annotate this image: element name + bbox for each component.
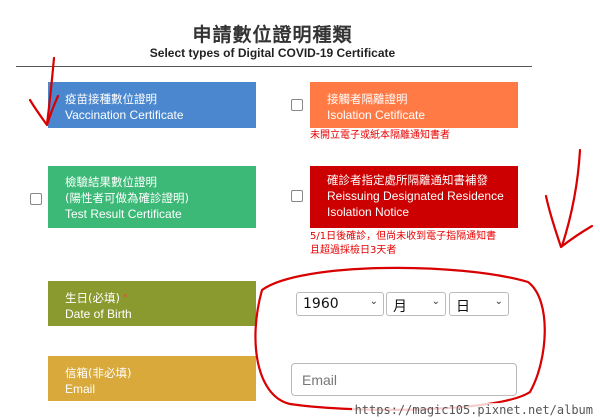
reissue-checkbox[interactable] — [291, 190, 303, 202]
page-title-zh: 申請數位證明種類 — [192, 24, 353, 46]
reissue-label-en-2: Isolation Notice — [327, 205, 410, 219]
test-result-label-zh-sub: (陽性者可做為確診證明) — [65, 191, 189, 205]
test-result-label-zh: 檢驗結果數位證明 — [65, 175, 157, 189]
birth-label-zh: 生日(必填) — [65, 291, 120, 305]
birth-year-select[interactable]: 1960 ⌄ — [296, 292, 384, 316]
page-title-en: Select types of Digital COVID-19 Certifi… — [149, 46, 396, 60]
annotation-arrow-right-head — [544, 194, 594, 249]
birth-day-value: 日 — [456, 299, 470, 315]
birth-label-en: Date of Birth — [65, 307, 132, 321]
vaccination-label-en: Vaccination Certificate — [65, 108, 184, 122]
chevron-down-icon: ⌄ — [431, 296, 440, 307]
isolation-label-zh: 接觸者隔離證明 — [327, 92, 408, 106]
reissue-note-line1: 5/1日後確診，但尚未收到電子指隔通知書 — [310, 231, 497, 242]
annotation-arrow-right-shaft — [560, 148, 582, 248]
birth-month-value: 月 — [393, 299, 407, 315]
watermark-url: https://magic105.pixnet.net/album — [351, 403, 596, 417]
email-label-en: Email — [65, 382, 96, 396]
email-label: 信箱(非必填) Email — [48, 356, 256, 401]
email-field[interactable]: Email — [291, 363, 517, 396]
chevron-down-icon: ⌄ — [369, 296, 378, 307]
vaccination-certificate-option[interactable]: 疫苗接種數位證明 Vaccination Certificate — [48, 82, 256, 128]
reissue-label-zh: 確診者指定處所隔離通知書補發 — [327, 173, 488, 187]
isolation-note: 未開立電子或紙本隔離通知書者 — [310, 130, 450, 141]
birth-year-value: 1960 — [303, 296, 339, 312]
test-result-label-en: Test Result Certificate — [65, 207, 182, 221]
required-mark: * — [122, 293, 128, 303]
birth-day-select[interactable]: 日 ⌄ — [449, 292, 509, 316]
reissue-note: 5/1日後確診，但尚未收到電子指隔通知書 且超過採檢日3天者 — [310, 230, 496, 258]
birth-label: 生日(必填) * Date of Birth — [48, 281, 256, 326]
isolation-checkbox[interactable] — [291, 99, 303, 111]
reissue-note-line2: 且超過採檢日3天者 — [310, 245, 397, 256]
chevron-down-icon: ⌄ — [494, 296, 503, 307]
test-result-certificate-option[interactable]: 檢驗結果數位證明 (陽性者可做為確診證明) Test Result Certif… — [48, 166, 256, 228]
isolation-label-en: Isolation Cetificate — [327, 108, 426, 122]
reissue-notice-option[interactable]: 確診者指定處所隔離通知書補發 Reissuing Designated Resi… — [310, 166, 518, 228]
vaccination-label-zh: 疫苗接種數位證明 — [65, 92, 157, 106]
reissue-label-en: Reissuing Designated Residence — [327, 189, 504, 203]
email-label-zh: 信箱(非必填) — [65, 366, 132, 380]
isolation-certificate-option[interactable]: 接觸者隔離證明 Isolation Cetificate — [310, 82, 518, 128]
test-result-checkbox[interactable] — [30, 193, 42, 205]
title-divider — [16, 66, 532, 67]
birth-label-zh-row: 生日(必填) * — [65, 290, 256, 306]
birth-month-select[interactable]: 月 ⌄ — [386, 292, 446, 316]
